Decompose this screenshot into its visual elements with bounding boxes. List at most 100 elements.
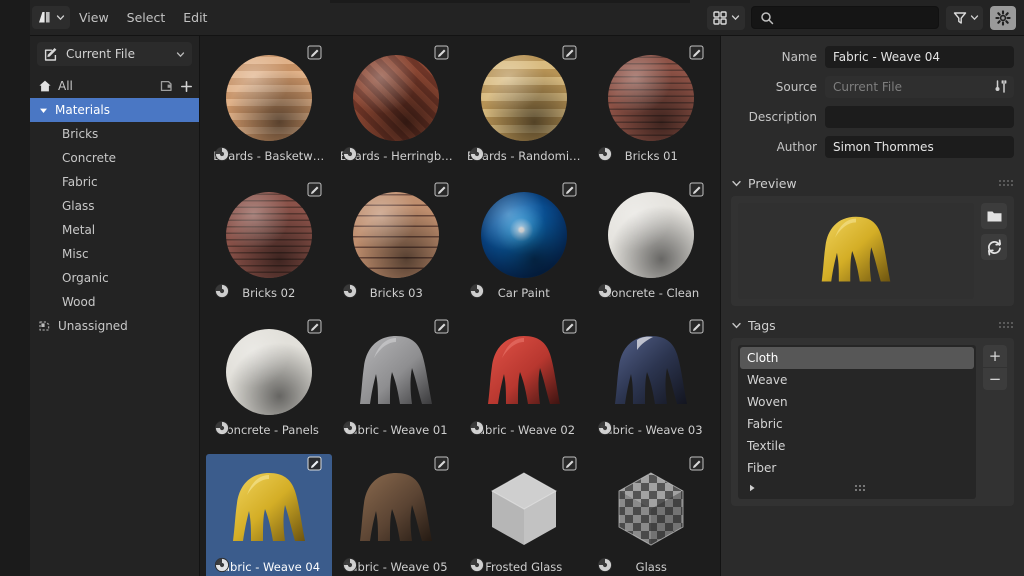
add-icon[interactable] <box>180 80 193 93</box>
asset-thumbnail <box>474 459 574 559</box>
sidebar-item-concrete[interactable]: Concrete <box>30 146 199 170</box>
edit-badge-icon <box>562 319 577 334</box>
sidebar-item-materials[interactable]: Materials <box>30 98 199 122</box>
sidebar-item-unassigned[interactable]: Unassigned <box>30 314 199 338</box>
list-item[interactable]: Woven <box>740 391 974 413</box>
sidebar-item-bricks[interactable]: Bricks <box>30 122 199 146</box>
asset-tile[interactable]: Fabric - Weave 03 <box>589 317 715 452</box>
list-item[interactable]: Fabric <box>740 413 974 435</box>
asset-tile[interactable]: Car Paint <box>461 180 587 315</box>
asset-browser-icon <box>36 9 53 26</box>
menu-view[interactable]: View <box>70 6 118 29</box>
preview-panel-header[interactable]: Preview <box>731 172 1014 194</box>
asset-name: Fabric - Weave 04 <box>217 560 321 574</box>
options-button[interactable] <box>990 5 1016 30</box>
asset-grid-area[interactable]: Boards - Basketw… Boards - Herringb… Boa… <box>200 36 720 576</box>
triangle-right-icon[interactable] <box>747 483 757 493</box>
asset-tile[interactable]: Boards - Basketw… <box>206 43 332 178</box>
asset-name: Bricks 03 <box>369 286 423 300</box>
asset-thumbnail <box>219 48 319 148</box>
asset-name: Frosted Glass <box>485 560 563 574</box>
sidebar-item-glass[interactable]: Glass <box>30 194 199 218</box>
tags-list[interactable]: Cloth Weave Woven Fabric Textile Fiber <box>738 345 976 499</box>
asset-name: Fabric - Weave 01 <box>344 423 448 437</box>
asset-tile[interactable]: Bricks 02 <box>206 180 332 315</box>
asset-library-label: Current File <box>66 47 135 61</box>
tags-panel: Tags Cloth Weave Woven Fabric Textile Fi… <box>731 314 1014 506</box>
list-item[interactable]: Weave <box>740 369 974 391</box>
triangle-down-icon[interactable] <box>38 105 49 116</box>
name-field[interactable]: Fabric - Weave 04 <box>825 46 1014 68</box>
asset-tile[interactable]: Fabric - Weave 05 <box>334 454 460 576</box>
asset-thumbnail <box>346 48 446 148</box>
asset-tile[interactable]: Boards - Herringb… <box>334 43 460 178</box>
material-type-icon <box>469 420 485 436</box>
asset-browser-window: View Select Edit Current File All Materi… <box>0 0 1024 576</box>
asset-library-dropdown[interactable]: Current File <box>37 42 192 66</box>
tags-panel-header[interactable]: Tags <box>731 314 1014 336</box>
author-field[interactable]: Simon Thommes <box>825 136 1014 158</box>
chevron-down-icon <box>731 13 740 22</box>
asset-tile[interactable]: Frosted Glass <box>461 454 587 576</box>
menu-edit[interactable]: Edit <box>174 6 216 29</box>
grip-icon[interactable] <box>855 484 869 492</box>
asset-tile[interactable]: Boards - Randomi… <box>461 43 587 178</box>
material-type-icon <box>342 146 358 162</box>
unassigned-icon <box>38 319 52 333</box>
asset-tile[interactable]: Bricks 01 <box>589 43 715 178</box>
gear-icon <box>995 9 1011 26</box>
list-item[interactable]: Cloth <box>740 347 974 369</box>
search-input[interactable] <box>751 6 939 29</box>
list-item[interactable]: Textile <box>740 435 974 457</box>
sidebar-item-label: Bricks <box>62 127 99 141</box>
asset-name: Fabric - Weave 05 <box>344 560 448 574</box>
new-catalog-icon[interactable] <box>160 79 175 93</box>
sidebar-item-fabric[interactable]: Fabric <box>30 170 199 194</box>
asset-thumbnail <box>346 459 446 559</box>
catalog-sidebar: Current File All Materials Bricks Concre… <box>30 36 200 576</box>
asset-tile-selected[interactable]: Fabric - Weave 04 <box>206 454 332 576</box>
asset-tile[interactable]: Fabric - Weave 01 <box>334 317 460 452</box>
sidebar-item-label: Organic <box>62 271 109 285</box>
load-preview-button[interactable] <box>981 203 1007 229</box>
tools-icon[interactable] <box>992 78 1010 96</box>
asset-thumbnail <box>346 322 446 422</box>
sidebar-item-wood[interactable]: Wood <box>30 290 199 314</box>
asset-grid: Boards - Basketw… Boards - Herringb… Boa… <box>206 43 714 576</box>
sidebar-item-all[interactable]: All <box>30 74 199 98</box>
asset-thumbnail <box>601 185 701 285</box>
asset-tile[interactable]: Concrete - Clean <box>589 180 715 315</box>
sidebar-item-metal[interactable]: Metal <box>30 218 199 242</box>
edit-badge-icon <box>689 456 704 471</box>
asset-name: Concrete - Clean <box>603 286 700 300</box>
asset-tile[interactable]: Bricks 03 <box>334 180 460 315</box>
editor-type-selector[interactable] <box>32 6 70 29</box>
display-mode-selector[interactable] <box>707 5 745 30</box>
source-field[interactable]: Current File <box>825 76 1014 98</box>
tags-row: Cloth Weave Woven Fabric Textile Fiber +… <box>738 345 1007 499</box>
filter-button[interactable] <box>946 5 983 30</box>
sidebar-item-organic[interactable]: Organic <box>30 266 199 290</box>
menu-select[interactable]: Select <box>118 6 175 29</box>
asset-name: Car Paint <box>497 286 550 300</box>
edit-badge-icon <box>434 45 449 60</box>
chevron-down-icon <box>731 178 742 189</box>
material-type-icon <box>469 557 485 573</box>
list-item[interactable]: Fiber <box>740 457 974 479</box>
page-margin-left <box>0 0 30 576</box>
asset-tile[interactable]: Concrete - Panels <box>206 317 332 452</box>
refresh-preview-button[interactable] <box>981 234 1007 260</box>
material-type-icon <box>342 557 358 573</box>
tags-list-footer <box>740 479 974 497</box>
description-field[interactable] <box>825 106 1014 128</box>
remove-tag-button[interactable]: − <box>983 368 1007 390</box>
add-tag-button[interactable]: + <box>983 345 1007 367</box>
sidebar-item-misc[interactable]: Misc <box>30 242 199 266</box>
preview-image[interactable] <box>738 203 974 299</box>
edit-badge-icon <box>562 182 577 197</box>
asset-tile[interactable]: Glass <box>589 454 715 576</box>
preview-panel: Preview <box>731 172 1014 306</box>
filter-funnel-icon <box>952 10 968 26</box>
catalog-actions <box>160 79 193 93</box>
asset-tile[interactable]: Fabric - Weave 02 <box>461 317 587 452</box>
